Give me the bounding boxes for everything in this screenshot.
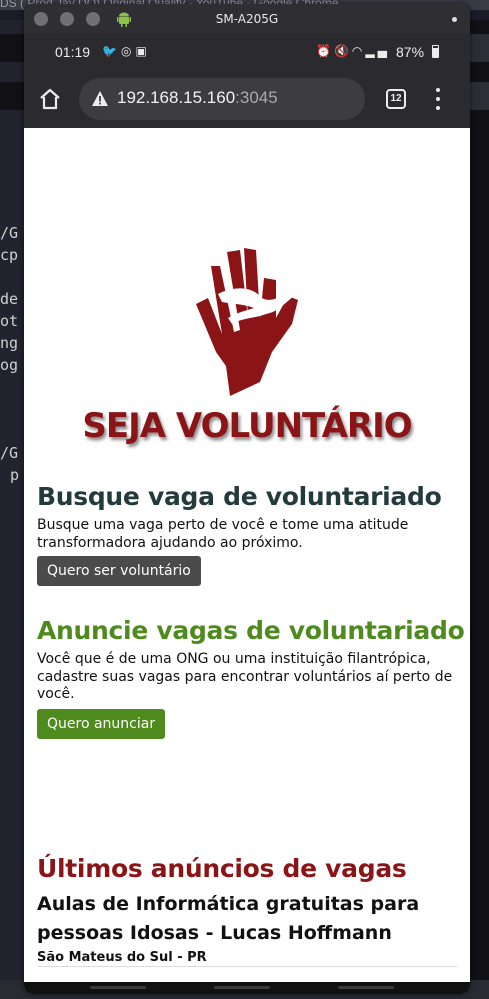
listing-title[interactable]: Aulas de Informática gratuitas para pess… — [37, 890, 467, 948]
web-page: SEJA VOLUNTÁRIO Busque vaga de voluntari… — [24, 128, 470, 994]
window-indicator-dot — [452, 17, 457, 22]
mute-icon: 🔇 — [333, 44, 352, 58]
background-right-edge — [470, 20, 489, 980]
banner-title: SEJA VOLUNTÁRIO — [82, 406, 412, 446]
twitter-icon: 🐦 — [102, 44, 121, 58]
code-fragment: ng — [0, 334, 19, 352]
device-mirror-window: SM-A205G 01:19 🐦◎▣ ⏰🔇◠▂▄ 87% 192.168.15.… — [24, 4, 470, 994]
editor-band — [0, 82, 26, 110]
alarm-icon: ⏰ — [316, 44, 334, 58]
signal-icon: ▂▄ — [365, 44, 390, 58]
code-fragment: /G — [0, 444, 19, 462]
background-editor-edge — [0, 20, 26, 980]
listing-divider — [37, 966, 457, 967]
battery-percent: 87% — [396, 44, 425, 60]
post-section-description: Você que é de uma ONG ou uma instituição… — [37, 651, 453, 702]
code-fragment: /G — [0, 224, 19, 242]
nav-back-handle[interactable] — [338, 986, 394, 989]
right-band — [470, 34, 489, 62]
more-menu-icon[interactable] — [432, 88, 444, 110]
nav-recents-handle[interactable] — [90, 986, 146, 989]
instagram-icon: ◎ — [120, 44, 136, 58]
code-fragment: de — [0, 290, 19, 308]
search-section-description: Busque uma vaga perto de você e tome uma… — [37, 517, 409, 551]
listing-location: São Mateus do Sul - PR — [37, 950, 207, 965]
address-bar[interactable]: 192.168.15.160:3045 — [79, 78, 365, 120]
helping-hand-logo-icon — [196, 248, 298, 396]
search-section-title: Busque vaga de voluntariado — [37, 482, 442, 511]
latest-listings-title: Últimos anúncios de vagas — [37, 854, 407, 883]
code-fragment: cp — [0, 246, 19, 264]
nav-home-handle[interactable] — [214, 986, 270, 989]
url-port: :3045 — [235, 88, 278, 107]
browser-toolbar: 192.168.15.160:3045 12 — [24, 70, 470, 128]
url-text[interactable]: 192.168.15.160:3045 — [117, 88, 278, 108]
news-icon: ▣ — [135, 44, 151, 58]
volunteer-button[interactable]: Quero ser voluntário — [37, 556, 201, 586]
not-secure-warning-icon[interactable] — [91, 90, 109, 108]
status-clock: 01:19 — [55, 44, 91, 60]
window-title: SM-A205G — [215, 12, 279, 26]
code-fragment: ot — [0, 312, 19, 330]
wifi-icon: ◠ — [351, 44, 366, 58]
editor-band — [0, 34, 26, 62]
window-titlebar[interactable]: SM-A205G — [24, 4, 470, 34]
tab-switcher-button[interactable]: 12 — [386, 89, 406, 109]
post-vacancy-button[interactable]: Quero anunciar — [37, 709, 166, 739]
phone-status-bar: 01:19 🐦◎▣ ⏰🔇◠▂▄ 87% — [24, 34, 470, 70]
home-icon[interactable] — [38, 87, 62, 111]
right-band — [470, 82, 489, 110]
url-host: 192.168.15.160 — [117, 88, 236, 107]
android-navigation-bar — [24, 982, 470, 994]
notification-icons: 🐦◎▣ — [102, 44, 151, 58]
code-fragment: p — [10, 466, 20, 484]
post-section-title: Anuncie vagas de voluntariado — [37, 616, 465, 645]
system-icons: ⏰🔇◠▂▄ — [316, 44, 390, 58]
battery-icon — [432, 45, 439, 58]
code-fragment: og — [0, 356, 19, 374]
